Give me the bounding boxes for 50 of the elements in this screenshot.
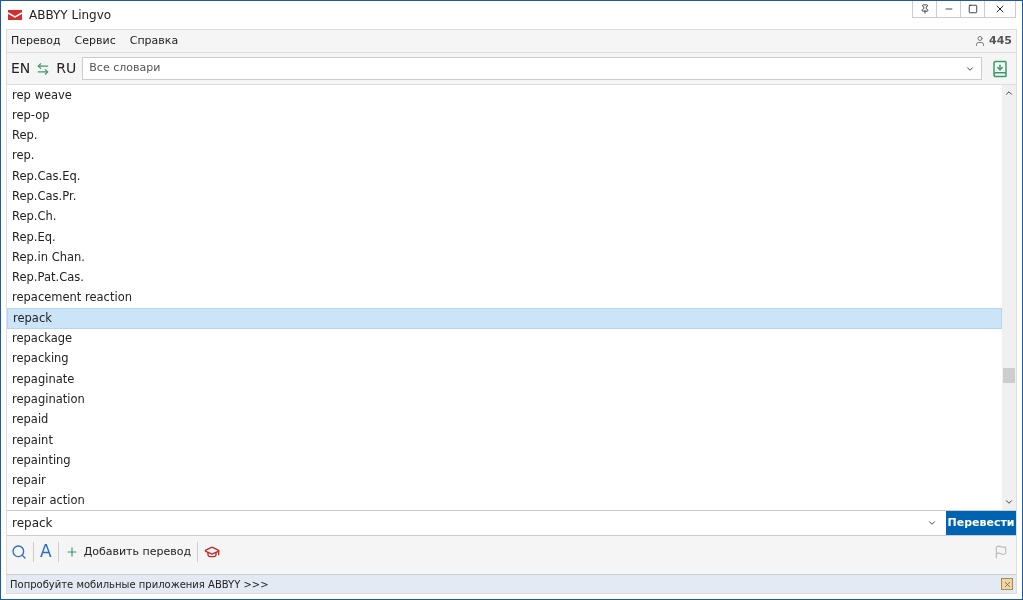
word-list-item[interactable]: repaginate bbox=[7, 369, 1002, 390]
flag-icon[interactable] bbox=[994, 545, 1008, 559]
scroll-down-icon bbox=[1004, 497, 1014, 507]
target-language[interactable]: RU bbox=[56, 58, 77, 79]
dictionary-download-icon[interactable] bbox=[991, 59, 1009, 78]
user-icon bbox=[974, 35, 987, 47]
word-list-item[interactable]: repack bbox=[7, 308, 1002, 329]
word-list-item[interactable]: Rep.Ch. bbox=[7, 206, 1002, 228]
word-list-item[interactable]: repaint bbox=[7, 430, 1002, 451]
maximize-icon bbox=[967, 4, 978, 14]
word-list-item[interactable]: Rep.Pat.Cas. bbox=[7, 267, 1002, 288]
graduation-cap-icon[interactable] bbox=[204, 544, 221, 560]
menu-item[interactable]: Сервис bbox=[74, 32, 116, 50]
word-list-item[interactable]: repainting bbox=[7, 450, 1002, 471]
close-icon bbox=[994, 3, 1006, 15]
scroll-up-icon bbox=[1004, 88, 1014, 98]
word-list-item[interactable]: repagination bbox=[7, 389, 1002, 410]
menu-item[interactable]: Справка bbox=[129, 32, 179, 50]
translate-button[interactable]: Перевести bbox=[946, 511, 1016, 535]
search-field[interactable]: repack bbox=[7, 511, 946, 535]
scrollbar-track[interactable] bbox=[1002, 85, 1016, 510]
word-list-item[interactable]: rep. bbox=[7, 145, 1002, 167]
word-list-item[interactable]: repacement reaction bbox=[7, 287, 1002, 309]
word-list-item[interactable]: Rep.in Chan. bbox=[7, 247, 1002, 268]
swap-languages-icon[interactable] bbox=[36, 61, 51, 76]
menu-item[interactable]: Перевод bbox=[11, 32, 61, 50]
word-list-item[interactable]: repair bbox=[7, 470, 1002, 491]
word-list-item[interactable]: repaid bbox=[7, 409, 1002, 431]
word-list-item[interactable]: repair action bbox=[7, 490, 1002, 510]
close-icon bbox=[1002, 579, 1012, 589]
word-list-item[interactable]: Rep.Cas.Eq. bbox=[7, 166, 1002, 187]
search-icon[interactable] bbox=[11, 544, 27, 560]
word-list-item[interactable]: Rep. bbox=[7, 125, 1002, 146]
word-list-item[interactable]: rep weave bbox=[7, 85, 1002, 106]
plus-icon bbox=[64, 545, 79, 559]
close-promo-button[interactable] bbox=[1001, 578, 1013, 590]
pin-icon bbox=[919, 4, 930, 14]
source-language[interactable]: EN bbox=[11, 58, 31, 79]
user-count: 445 bbox=[989, 32, 1012, 49]
word-list-item[interactable]: repackage bbox=[7, 328, 1002, 349]
add-translation-button[interactable]: Добавить перевод bbox=[64, 543, 192, 561]
font-button[interactable]: A bbox=[40, 539, 52, 565]
window-title: ABBYY Lingvo bbox=[29, 7, 112, 24]
scrollbar-thumb[interactable] bbox=[1003, 368, 1015, 383]
word-list-item[interactable]: rep-op bbox=[7, 105, 1002, 126]
word-list-item[interactable]: Rep.Eq. bbox=[7, 227, 1002, 248]
word-list-item[interactable]: Rep.Cas.Pr. bbox=[7, 186, 1002, 207]
word-list-item[interactable]: repacking bbox=[7, 348, 1002, 370]
app-logo-icon bbox=[7, 8, 23, 22]
dictionary-dropdown[interactable]: Все словари bbox=[82, 57, 982, 80]
